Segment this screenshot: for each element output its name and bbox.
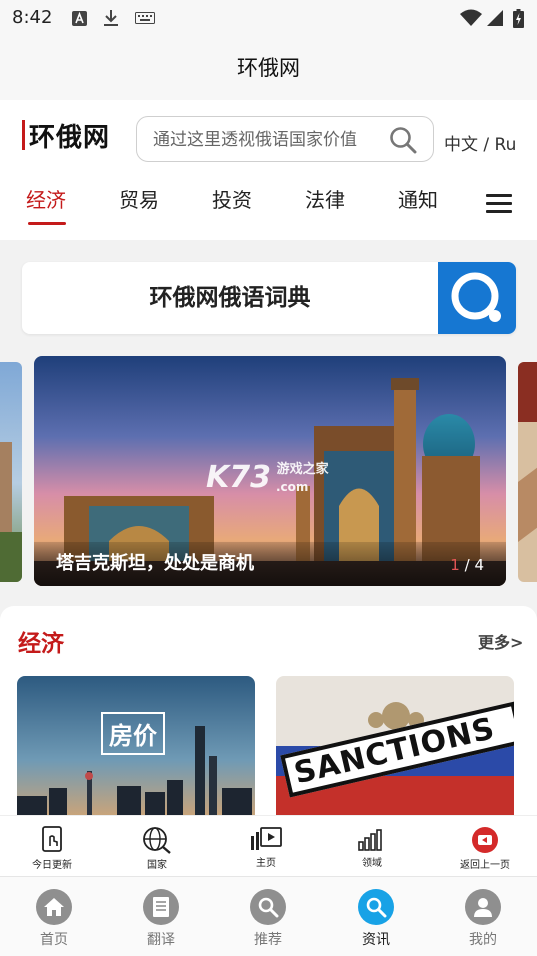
banner-caption: 塔吉克斯坦，处处是商机: [56, 553, 254, 574]
site-logo[interactable]: 环俄网: [22, 118, 111, 153]
tablet-touch-icon: [42, 826, 62, 852]
language-switch[interactable]: 中文 / Ru: [444, 130, 516, 155]
quick-links-bar: 今日更新 国家 主页 领域 返回上一页: [0, 815, 537, 875]
news-card-sanctions[interactable]: SANCTIONS: [276, 676, 514, 816]
category-tabs: 经济 贸易 投资 法律 通知: [0, 184, 537, 228]
nav-label: 资讯: [362, 932, 390, 948]
watermark-main: K73: [206, 460, 271, 495]
status-time: 8:42: [12, 7, 53, 28]
active-tab-indicator: [28, 222, 66, 225]
bottom-navigation: 首页 翻译 推荐 资讯 我的: [0, 876, 537, 956]
news-card-housing[interactable]: 房价: [17, 676, 255, 816]
wifi-icon: [459, 9, 483, 27]
watermark-domain: .com: [276, 480, 309, 494]
accessibility-notification-icon: [70, 9, 88, 27]
quick-link-label: 主页: [256, 858, 276, 869]
app-title: 环俄网: [0, 36, 537, 100]
tab-trade[interactable]: 贸易: [119, 184, 159, 228]
cellular-signal-icon: [486, 9, 504, 27]
nav-label: 翻译: [147, 932, 175, 948]
featured-banner[interactable]: K73 游戏之家 .com 塔吉克斯坦，处处是商机 1 / 4: [34, 356, 506, 586]
battery-charging-icon: [511, 8, 525, 28]
play-screen-icon: [251, 827, 282, 850]
dictionary-search-button[interactable]: [438, 262, 516, 334]
carousel-next-slide[interactable]: [518, 362, 537, 582]
keyboard-icon: [134, 9, 156, 27]
section-title: 经济: [18, 631, 64, 657]
quick-link-label: 返回上一页: [460, 860, 510, 871]
nav-news[interactable]: 资讯: [340, 877, 412, 956]
dictionary-title: 环俄网俄语词典: [149, 285, 311, 311]
logo-accent-bar: [22, 120, 25, 150]
download-icon: [102, 9, 120, 27]
card-overlay-text: 房价: [101, 712, 165, 755]
search-input[interactable]: [153, 127, 383, 153]
banner-caption-bar: 塔吉克斯坦，处处是商机 1 / 4: [34, 542, 506, 586]
globe-icon: [143, 827, 171, 854]
quick-link-back[interactable]: 返回上一页: [440, 816, 530, 876]
hamburger-menu-icon[interactable]: [486, 194, 512, 216]
banner-page-current: 1: [450, 556, 460, 574]
quick-link-label: 领域: [362, 858, 382, 869]
banner-page-indicator: 1 / 4: [450, 556, 484, 574]
person-icon: [465, 889, 501, 925]
tab-investment[interactable]: 投资: [212, 184, 252, 228]
search-icon[interactable]: [389, 126, 417, 154]
home-icon: [36, 889, 72, 925]
nav-label: 推荐: [254, 932, 282, 948]
quick-link-country[interactable]: 国家: [112, 816, 202, 876]
logo-text: 环俄网: [29, 122, 111, 153]
quick-link-home[interactable]: 主页: [221, 816, 311, 876]
search-icon: [250, 889, 286, 925]
status-bar: 8:42: [0, 0, 537, 36]
quick-link-today-update[interactable]: 今日更新: [7, 816, 97, 876]
nav-recommend[interactable]: 推荐: [232, 877, 304, 956]
carousel-prev-slide[interactable]: [0, 362, 22, 582]
quick-link-label: 国家: [147, 860, 167, 871]
nav-profile[interactable]: 我的: [447, 877, 519, 956]
quick-link-fields[interactable]: 领域: [327, 816, 417, 876]
back-button-icon: [472, 827, 498, 853]
nav-label: 首页: [40, 932, 68, 948]
signal-bars-icon: [358, 829, 382, 851]
nav-translate[interactable]: 翻译: [125, 877, 197, 956]
banner-page-total: / 4: [464, 556, 484, 574]
watermark: K73 游戏之家 .com: [206, 460, 329, 495]
more-link[interactable]: 更多>: [478, 629, 523, 653]
dictionary-search-icon: [451, 272, 501, 322]
search-box[interactable]: [136, 116, 434, 162]
watermark-sub: 游戏之家: [276, 462, 329, 477]
quick-link-label: 今日更新: [32, 860, 72, 871]
document-icon: [143, 889, 179, 925]
search-icon: [358, 889, 394, 925]
nav-label: 我的: [469, 932, 497, 948]
tab-notice[interactable]: 通知: [398, 184, 438, 228]
nav-home[interactable]: 首页: [18, 877, 90, 956]
dictionary-card[interactable]: 环俄网俄语词典: [22, 262, 516, 334]
tab-law[interactable]: 法律: [305, 184, 345, 228]
